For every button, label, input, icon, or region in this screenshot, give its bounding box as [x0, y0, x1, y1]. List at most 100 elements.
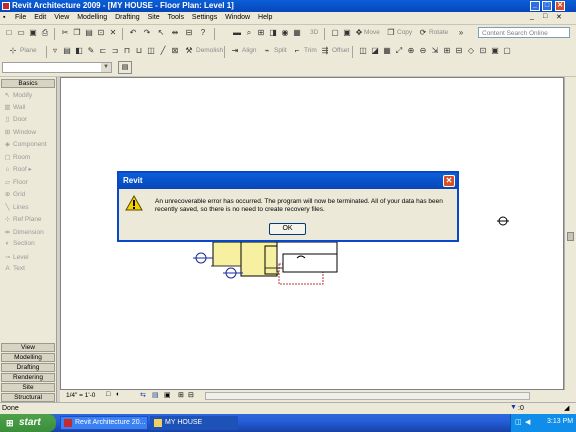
offset-button[interactable]: Offset [332, 47, 349, 54]
mirror-draw-icon[interactable]: ◪ [370, 46, 380, 56]
align-button[interactable]: Align [242, 47, 256, 54]
elevation-icon[interactable]: ◉ [280, 28, 290, 38]
worksets-icon[interactable]: ▢ [502, 46, 512, 56]
demolish-icon[interactable]: ⚒ [184, 46, 194, 56]
menu-edit[interactable]: Edit [31, 12, 49, 24]
zoom-icon[interactable]: ⌕ [244, 28, 254, 38]
measure-icon[interactable]: ⇹ [170, 28, 180, 38]
tab-structural[interactable]: Structural [1, 393, 55, 402]
menu-tools[interactable]: Tools [165, 12, 187, 24]
model-graphics-icon[interactable]: ◐ [116, 391, 120, 398]
network-icon[interactable]: ◫ [515, 418, 522, 426]
align-icon[interactable]: ⇥ [230, 46, 240, 56]
group-edit-icon[interactable]: ⊟ [454, 46, 464, 56]
tool-floor[interactable]: ▱ Floor [4, 178, 28, 186]
maximize-button[interactable]: □ [542, 1, 552, 11]
menu-window[interactable]: Window [222, 12, 253, 24]
copy-icon[interactable]: ❐ [72, 28, 82, 38]
save-icon[interactable]: ▣ [28, 28, 38, 38]
properties-icon[interactable]: ▤ [62, 46, 72, 56]
pin-icon[interactable]: ⊕ [406, 46, 416, 56]
thin-lines-icon[interactable]: ▬ [232, 28, 242, 38]
tool-wall[interactable]: ▥ Wall [4, 103, 25, 111]
temp-hide-icon[interactable]: ▤ [152, 391, 159, 399]
cut-geometry-icon[interactable]: ⊐ [110, 46, 120, 56]
cut-icon[interactable]: ✂ [60, 28, 70, 38]
child-close-button[interactable]: ✕ [556, 13, 562, 21]
match-icon[interactable]: ⊡ [96, 28, 106, 38]
chevron-down-icon[interactable]: ▼ [101, 63, 111, 72]
room-f[interactable] [282, 253, 338, 273]
vertical-scrollbar[interactable] [564, 77, 576, 390]
more-icon[interactable]: » [456, 28, 466, 38]
view-icon[interactable]: ⊞ [256, 28, 266, 38]
new-icon[interactable]: □ [4, 28, 14, 38]
ok-button[interactable]: OK [269, 223, 306, 235]
copy-button[interactable]: Copy [397, 29, 412, 36]
tool-text[interactable]: A Text [4, 265, 25, 272]
menu-file[interactable]: File [12, 12, 29, 24]
tab-site[interactable]: Site [1, 383, 55, 392]
redo-icon[interactable]: ↷ [142, 28, 152, 38]
wall-join-icon[interactable]: ⊔ [134, 46, 144, 56]
section-icon[interactable]: ◨ [268, 28, 278, 38]
volume-icon[interactable]: ◀ [525, 418, 530, 426]
trim-icon[interactable]: ⌐ [292, 46, 302, 56]
menu-site[interactable]: Site [145, 12, 163, 24]
type-selector[interactable]: ▼ [2, 62, 112, 73]
ungroup-icon[interactable]: ▣ [342, 28, 352, 38]
tag-icon[interactable]: ⊟ [184, 28, 194, 38]
tool-roof[interactable]: ⌂ Roof ▸ [4, 165, 32, 173]
select-icon[interactable]: ↖ [156, 28, 166, 38]
demolish-button[interactable]: Demolish [196, 47, 223, 54]
unpin-icon[interactable]: ⊖ [418, 46, 428, 56]
start-button[interactable]: ⊞ start [0, 414, 56, 432]
scale-icon[interactable]: ⤢ [394, 46, 404, 56]
type-icon[interactable]: ◧ [74, 46, 84, 56]
resize-icon[interactable]: ⇲ [430, 46, 440, 56]
tool-room[interactable]: ▢ Room [4, 153, 30, 161]
menu-settings[interactable]: Settings [189, 12, 220, 24]
copy-tool-icon[interactable]: ❐ [386, 28, 396, 38]
undo-icon[interactable]: ↶ [128, 28, 138, 38]
create-similar-icon[interactable]: ⊞ [442, 46, 452, 56]
print-icon[interactable]: ⎙ [40, 28, 50, 38]
open-icon[interactable]: ▭ [16, 28, 26, 38]
element-properties-button[interactable]: ▤ [118, 61, 132, 74]
menu-view[interactable]: View [51, 12, 72, 24]
3d-label[interactable]: 3D [310, 29, 318, 36]
dialog-close-button[interactable]: ✕ [443, 175, 455, 187]
linked-icon[interactable]: ⊡ [478, 46, 488, 56]
group-icon[interactable]: ▢ [330, 28, 340, 38]
delete-icon[interactable]: ✕ [108, 28, 118, 38]
tab-modelling[interactable]: Modelling [1, 353, 55, 362]
shadows-icon[interactable]: ⇆ [140, 391, 146, 399]
linework-icon[interactable]: ╱ [158, 46, 168, 56]
child-restore-button[interactable]: □ [543, 13, 547, 20]
paste-icon[interactable]: ▤ [84, 28, 94, 38]
menu-modelling[interactable]: Modelling [74, 12, 110, 24]
content-search-input[interactable]: Content Search Online [478, 27, 570, 38]
trim-button[interactable]: Trim [304, 47, 317, 54]
revit-app-icon[interactable] [2, 2, 10, 10]
close-button[interactable]: ✕ [555, 1, 565, 11]
join-icon[interactable]: ⊓ [122, 46, 132, 56]
view-props-icon[interactable]: ⊠ [170, 46, 180, 56]
plane-button[interactable]: Plane [20, 47, 37, 54]
tab-basics[interactable]: Basics [1, 79, 55, 88]
filter-icon[interactable]: ▼ [510, 404, 517, 411]
filter-icon[interactable]: ▿ [50, 46, 60, 56]
paint-icon[interactable]: ✎ [86, 46, 96, 56]
clock[interactable]: 3:13 PM [547, 418, 573, 425]
tool-grid[interactable]: ⊕ Grid [4, 190, 26, 198]
array-icon[interactable]: ▦ [382, 46, 392, 56]
tab-drafting[interactable]: Drafting [1, 363, 55, 372]
tool-modify[interactable]: ↖ Modify [4, 91, 32, 99]
view-scale[interactable]: 1/4" = 1'-0 [66, 392, 95, 399]
tool-window[interactable]: ⊞ Window [4, 128, 36, 136]
resize-grip-icon[interactable]: ◢ [564, 404, 569, 412]
crop-icon[interactable]: ⊞ [178, 391, 184, 399]
menu-drafting[interactable]: Drafting [112, 12, 143, 24]
workplane-icon[interactable]: ◇ [466, 46, 476, 56]
design-options-icon[interactable]: ▣ [490, 46, 500, 56]
